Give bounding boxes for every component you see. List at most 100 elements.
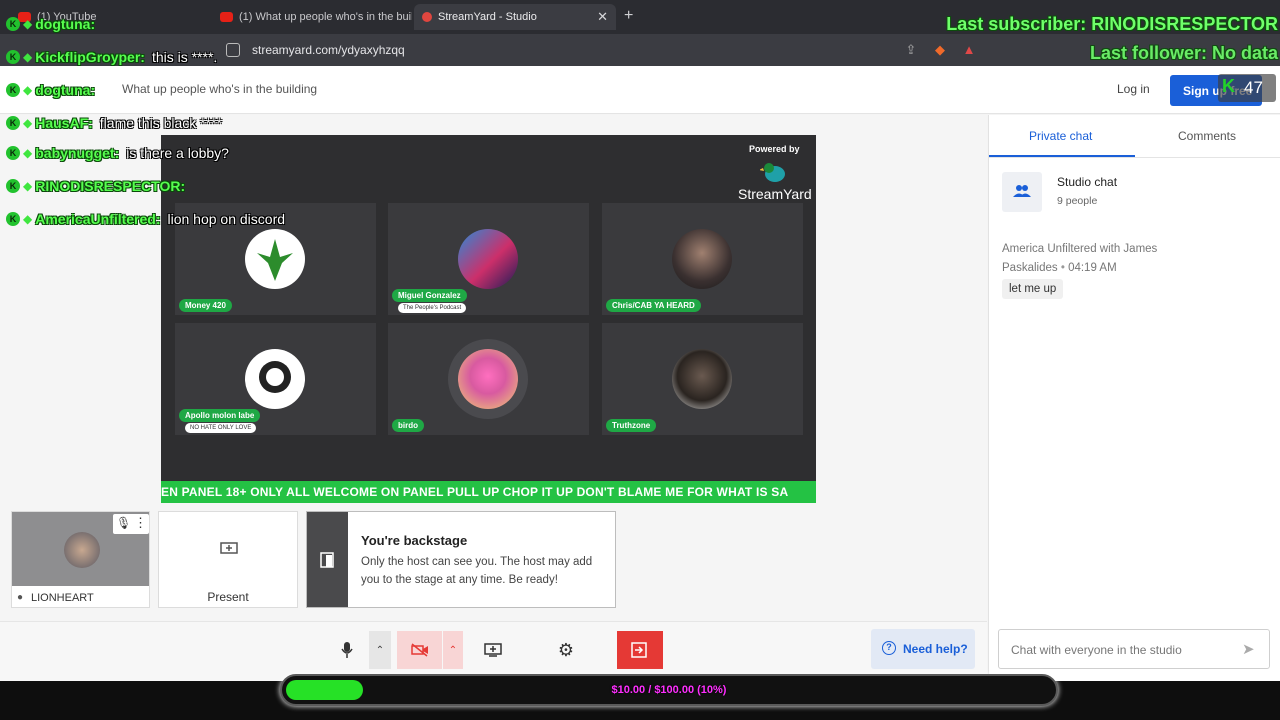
backstage-notice: You're backstage Only the host can see y… bbox=[306, 511, 616, 608]
chevron-up-icon: ⌃ bbox=[448, 644, 458, 656]
self-preview-card[interactable]: 🎙 ⋮ ● LIONHEART bbox=[11, 511, 150, 608]
chat-input[interactable]: Chat with everyone in the studio ➤ bbox=[998, 629, 1270, 669]
studio-chat-title: Studio chat bbox=[1057, 175, 1118, 189]
kick-badge-icon: K bbox=[6, 17, 20, 31]
overlay-chat-user: HausAF: bbox=[35, 115, 93, 131]
overlay-chat-line: K ◆ dogtuna: bbox=[6, 16, 102, 32]
diamond-badge-icon: ◆ bbox=[23, 116, 33, 130]
backstage-sidebar bbox=[307, 512, 348, 607]
send-icon[interactable]: ➤ bbox=[1242, 640, 1255, 658]
participant-name-tag: Money 420 bbox=[179, 299, 232, 312]
overlay-chat-message: lion hop on discord bbox=[167, 211, 286, 227]
overlay-chat-line: K ◆ dogtuna: bbox=[6, 82, 102, 98]
avatar bbox=[458, 349, 518, 409]
camera-off-button[interactable] bbox=[397, 631, 442, 669]
mute-button[interactable] bbox=[326, 631, 368, 669]
participant-name-tag: Miguel Gonzalez bbox=[392, 289, 467, 302]
self-video: 🎙 ⋮ bbox=[12, 512, 149, 586]
avatar bbox=[672, 349, 732, 409]
url-text: streamyard.com/ydyaxyhzqq bbox=[252, 43, 405, 57]
chat-message-header: America Unfiltered with James Paskalides… bbox=[1002, 243, 1158, 274]
streamyard-logo: StreamYard bbox=[738, 186, 812, 202]
tab-streamyard[interactable]: StreamYard - Studio ✕ bbox=[414, 4, 616, 30]
help-icon: ? bbox=[882, 641, 896, 655]
goal-bar: $10.00 / $100.00 (10%) bbox=[280, 674, 1058, 706]
backstage-body: Only the host can see you. The host may … bbox=[361, 556, 593, 586]
kick-badge-icon: K bbox=[6, 83, 20, 97]
diamond-badge-icon: ◆ bbox=[23, 146, 33, 160]
door-icon bbox=[320, 552, 334, 568]
scrolling-ticker: EN PANEL 18+ ONLY ALL WELCOME ON PANEL P… bbox=[161, 481, 816, 503]
avatar-ring bbox=[448, 339, 528, 419]
overlay-chat-line: K ◆ AmericaUnfiltered: lion hop on discord bbox=[6, 211, 285, 227]
tab-youtube-stream[interactable]: (1) What up people who's in the buil bbox=[212, 4, 412, 30]
overlay-chat-user: babynugget: bbox=[35, 145, 120, 161]
kick-badge-icon: K bbox=[6, 179, 20, 193]
new-tab-button[interactable]: + bbox=[624, 7, 633, 25]
group-icon bbox=[1013, 185, 1031, 197]
chevron-up-icon: ⌃ bbox=[375, 644, 385, 656]
app-header: What up people who's in the building Log… bbox=[0, 66, 1280, 114]
settings-button[interactable]: ⚙ bbox=[546, 631, 586, 669]
microphone-icon[interactable]: 🎙 bbox=[116, 516, 131, 530]
rewards-icon[interactable]: ▲ bbox=[962, 43, 976, 57]
chat-panel: Private chat Comments Studio chat 9 peop… bbox=[988, 115, 1280, 681]
avatar bbox=[245, 349, 305, 409]
overlay-chat-line: K ◆ babynugget: is there a lobby? bbox=[6, 145, 229, 161]
close-tab-icon[interactable]: ✕ bbox=[597, 9, 608, 25]
participant-tile: Truthzone bbox=[602, 323, 803, 435]
participant-tile: Miguel Gonzalez The People's Podcast bbox=[388, 203, 589, 315]
need-help-button[interactable]: ? Need help? bbox=[871, 629, 975, 669]
avatar bbox=[672, 229, 732, 289]
participant-name-tag: Truthzone bbox=[606, 419, 657, 432]
diamond-badge-icon: ◆ bbox=[23, 179, 33, 193]
participant-tile: birdo bbox=[388, 323, 589, 435]
streamyard-duck-icon bbox=[760, 163, 785, 182]
chat-input-placeholder: Chat with everyone in the studio bbox=[1011, 643, 1182, 657]
participant-subtitle-tag: The People's Podcast bbox=[398, 303, 467, 313]
share-icon[interactable]: ⇪ bbox=[904, 43, 918, 57]
studio-chat-icon-box bbox=[1002, 172, 1042, 212]
overlay-chat-line: K ◆ RINODISRESPECTOR: bbox=[6, 178, 192, 194]
overlay-chat-user: RINODISRESPECTOR: bbox=[35, 178, 186, 194]
microphone-icon bbox=[341, 642, 353, 658]
streamyard-favicon-icon bbox=[422, 12, 432, 22]
brave-shield-icon[interactable]: ◆ bbox=[933, 43, 947, 57]
tab-private-chat[interactable]: Private chat bbox=[1029, 129, 1092, 143]
more-options-icon[interactable]: ⋮ bbox=[134, 515, 147, 531]
screen: (1) YouTube (1) What up people who's in … bbox=[0, 0, 1280, 720]
leave-studio-button[interactable] bbox=[617, 631, 663, 669]
diamond-badge-icon: ◆ bbox=[23, 17, 33, 31]
broadcast-stage bbox=[161, 135, 816, 503]
avatar bbox=[458, 229, 518, 289]
tab-label: (1) What up people who's in the buil bbox=[239, 11, 412, 23]
login-link[interactable]: Log in bbox=[1117, 82, 1150, 96]
diamond-badge-icon: ◆ bbox=[23, 50, 33, 64]
overlay-chat-message: flame this black **** bbox=[99, 115, 222, 131]
present-label: Present bbox=[207, 590, 249, 604]
participant-subtitle-tag: NO HATE ONLY LOVE bbox=[185, 423, 257, 433]
avatar bbox=[245, 229, 305, 289]
camera-options-button[interactable]: ⌃ bbox=[443, 631, 463, 669]
last-subscriber-label: Last subscriber: RINODISRESPECTOR bbox=[946, 14, 1278, 34]
camera-off-icon bbox=[410, 643, 428, 657]
present-button[interactable]: Present bbox=[158, 511, 298, 608]
powered-by-label: Powered by bbox=[749, 144, 800, 154]
studio-chat-count: 9 people bbox=[1057, 195, 1098, 207]
overlay-chat-message: this is ****. bbox=[151, 49, 218, 65]
backstage-title: You're backstage bbox=[361, 533, 468, 548]
tab-comments[interactable]: Comments bbox=[1178, 129, 1236, 143]
overlay-chat-line: K ◆ KickflipGroyper: this is ****. bbox=[6, 49, 217, 65]
site-info-icon[interactable] bbox=[226, 43, 240, 57]
exit-icon bbox=[631, 642, 647, 658]
last-follower-label: Last follower: No data bbox=[1089, 43, 1278, 63]
overlay-chat-user: KickflipGroyper: bbox=[35, 49, 145, 65]
participant-tile: Chris/CAB YA HEARD bbox=[602, 203, 803, 315]
address-bar[interactable]: streamyard.com/ydyaxyhzqq bbox=[226, 40, 405, 60]
mic-options-button[interactable]: ⌃ bbox=[369, 631, 391, 669]
participant-tile: Apollo molon labe NO HATE ONLY LOVE bbox=[175, 323, 376, 435]
participant-name-tag: birdo bbox=[392, 419, 424, 432]
ticker-text: EN PANEL 18+ ONLY ALL WELCOME ON PANEL P… bbox=[161, 485, 789, 499]
participant-name-tag: Apollo molon labe bbox=[179, 409, 261, 422]
share-screen-button[interactable] bbox=[473, 631, 513, 669]
